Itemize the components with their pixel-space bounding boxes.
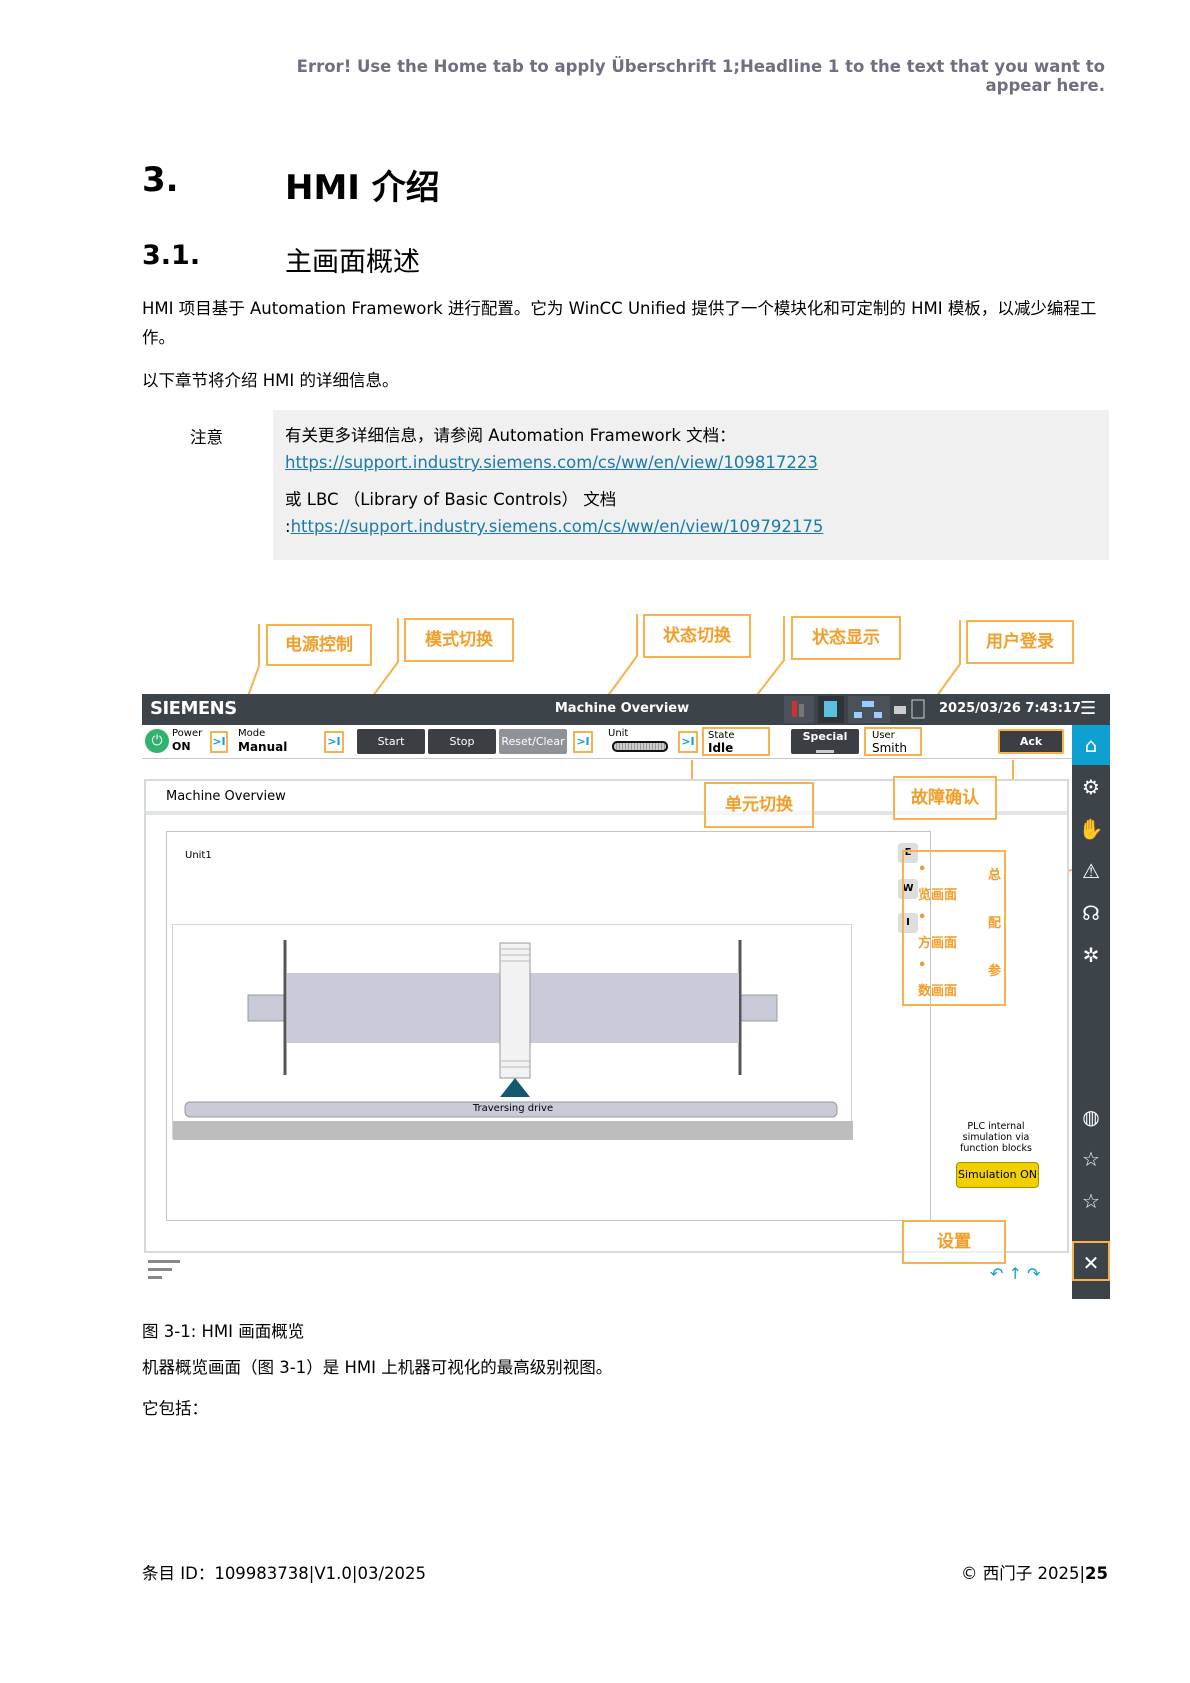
figure-caption: 图 3-1: HMI 画面概览 xyxy=(142,1322,305,1341)
user-value: Smith xyxy=(872,741,907,755)
unit-switch-icon[interactable]: >I xyxy=(678,731,698,753)
power-switch-icon[interactable]: >I xyxy=(210,731,228,753)
siemens-logo: SIEMENS xyxy=(150,698,237,719)
favorite-icon[interactable]: ☆ xyxy=(1072,1139,1110,1179)
start-button[interactable]: Start xyxy=(357,729,425,754)
home-icon[interactable]: ⌂ xyxy=(1072,725,1110,765)
annotation-side-2: 配 xyxy=(988,916,1002,931)
state-switch-icon[interactable]: >I xyxy=(573,731,593,753)
hmi-sidebar: ⌂ ⚙ ✋ ⚠ ☊ ✲ ◍ ☆ ☆ ✕ xyxy=(1072,725,1110,1299)
power-label: Power xyxy=(172,728,203,739)
unit-panel: Unit1 Traversing drive xyxy=(166,831,931,1221)
ack-button[interactable]: Ack xyxy=(998,729,1064,754)
mode-switch-icon[interactable]: >I xyxy=(324,731,344,753)
annotation-dot-3: • xyxy=(918,958,927,973)
state-label: State xyxy=(708,730,735,741)
network-icon[interactable]: ✲ xyxy=(1072,935,1110,975)
hand-icon[interactable]: ✋ xyxy=(1072,809,1110,849)
user-label: User xyxy=(872,730,895,741)
unit-selector[interactable] xyxy=(612,741,668,752)
annotation-overview-a: 览画面 xyxy=(918,888,958,903)
power-value: ON xyxy=(172,740,191,753)
annotation-overview-group: • 览画面 • 方画面 • 数画面 总 配 参 xyxy=(902,850,1006,1006)
annotation-side-1: 总 xyxy=(988,868,1002,883)
status-icons xyxy=(784,696,925,723)
tools-icon[interactable]: ⚙ xyxy=(1072,767,1110,807)
power-icon[interactable]: ⏻ xyxy=(145,729,169,753)
settings-icon[interactable]: ✕ xyxy=(1072,1241,1110,1281)
annotation-dot-2: • xyxy=(918,910,927,925)
reset-clear-button[interactable]: Reset/Clear xyxy=(499,729,567,754)
page-number: 25 xyxy=(1085,1564,1108,1583)
state-value: Idle xyxy=(708,741,734,755)
body-paragraph: 机器概览画面（图 3-1）是 HMI 上机器可视化的最高级别视图。 xyxy=(142,1358,613,1377)
unit-label: Unit xyxy=(608,728,629,739)
mode-label: Mode xyxy=(238,728,266,739)
annotation-side-3: 参 xyxy=(988,964,1002,979)
plc-note-line2: simulation via xyxy=(962,1132,1030,1143)
user-login[interactable]: User Smith xyxy=(864,727,922,756)
annotation-settings: 设置 xyxy=(902,1220,1006,1264)
annotation-overview-c: 数画面 xyxy=(918,984,958,999)
special-button[interactable]: Special xyxy=(791,729,859,754)
machine-area: Traversing drive xyxy=(172,924,853,1140)
simulation-button[interactable]: Simulation ON xyxy=(956,1162,1039,1188)
footer-entry-id: 条目 ID：109983738|V1.0|03/2025 xyxy=(142,1564,426,1583)
stop-button[interactable]: Stop xyxy=(428,729,496,754)
footer-copyright: © 西门子 2025|25 xyxy=(800,1560,1108,1584)
navigation-icons[interactable]: ↶ ↑ ↷ xyxy=(990,1264,1040,1283)
traversing-drive-label: Traversing drive xyxy=(472,1103,554,1114)
screen-title: Machine Overview xyxy=(166,789,286,804)
alarm-icon[interactable]: ⚠ xyxy=(1072,851,1110,891)
hmi-top-bar: SIEMENS Machine Overview 2025/03/26 7:43… xyxy=(142,694,1110,725)
unit-name: Unit1 xyxy=(185,850,212,861)
plc-note-line3: function blocks xyxy=(960,1143,1032,1154)
annotation-dot-1: • xyxy=(918,862,927,877)
body-paragraph-2: 它包括： xyxy=(142,1399,208,1418)
menu-icon[interactable]: ☰ xyxy=(1080,698,1096,719)
special-label: Special xyxy=(802,730,848,743)
footer-copyright-text: © 西门子 2025| xyxy=(960,1564,1086,1583)
hmi-control-bar: ⏻ Power ON >I Mode Manual >I Start Stop … xyxy=(142,725,1072,759)
hmi-screen-title: Machine Overview xyxy=(554,701,690,716)
special-bar-icon xyxy=(816,749,834,753)
plc-simulation-note: PLC internal simulation via function blo… xyxy=(951,1121,1041,1154)
annotation-overview-b: 方画面 xyxy=(918,936,958,951)
hmi-datetime: 2025/03/26 7:43:17 xyxy=(939,701,1082,716)
diagnostic-icon[interactable]: ☊ xyxy=(1072,893,1110,933)
mode-value: Manual xyxy=(238,740,288,754)
state-display: State Idle xyxy=(702,727,770,756)
plc-note-line1: PLC internal xyxy=(967,1121,1025,1132)
globe-icon[interactable]: ◍ xyxy=(1072,1097,1110,1137)
annotation-fault-ack: 故障确认 xyxy=(893,776,997,820)
favorite-icon-2[interactable]: ☆ xyxy=(1072,1181,1110,1221)
list-icon[interactable] xyxy=(148,1260,180,1284)
annotation-unit-switch: 单元切换 xyxy=(704,782,814,828)
